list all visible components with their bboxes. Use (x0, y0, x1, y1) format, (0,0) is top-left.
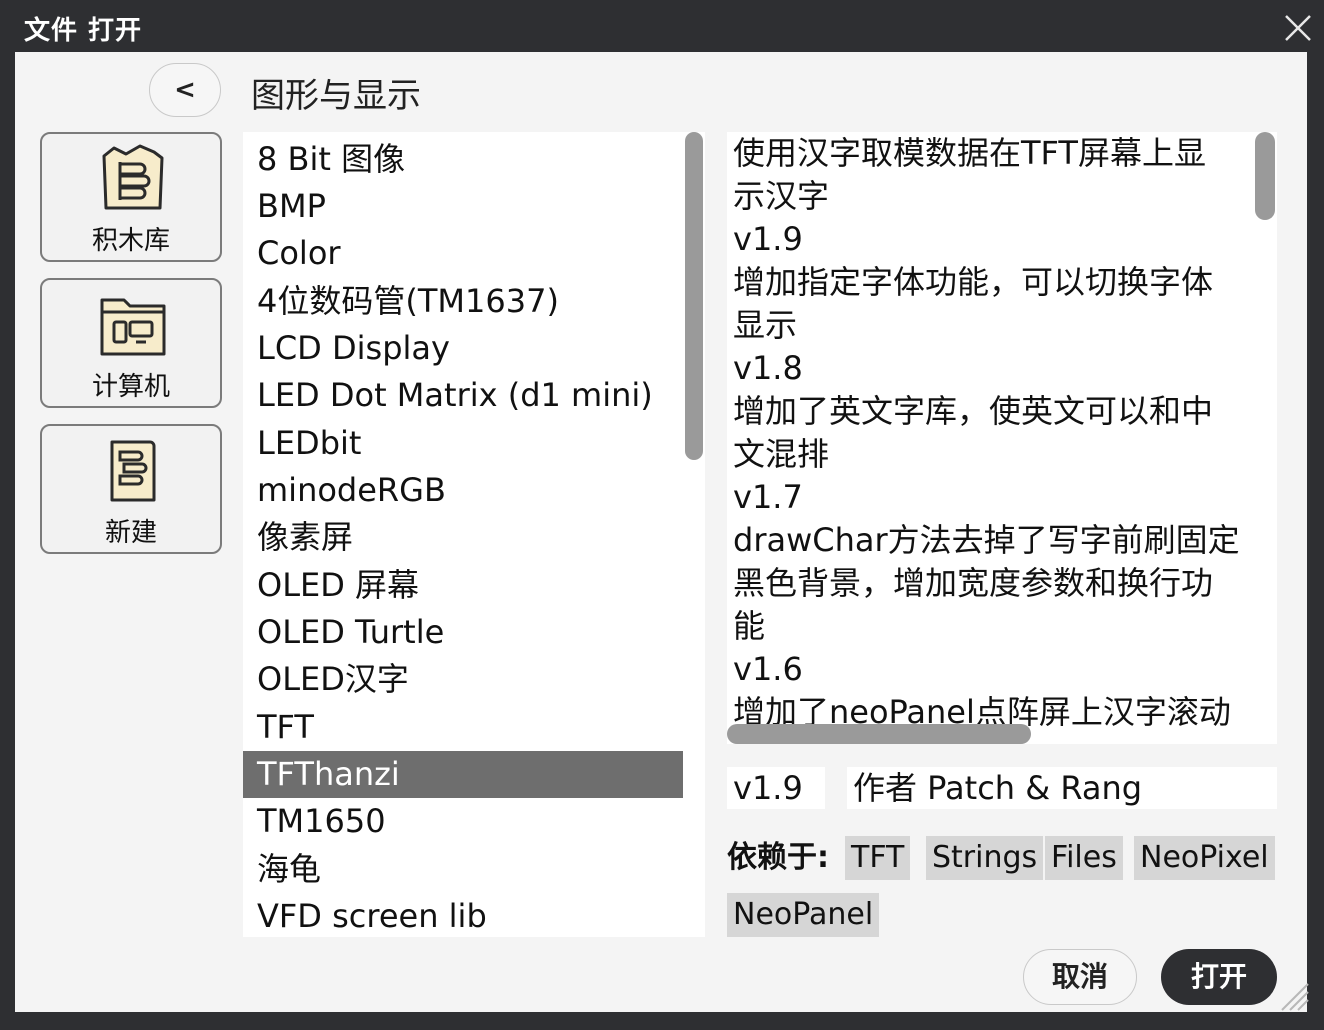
list-scrollbar[interactable] (683, 132, 705, 937)
sidebar-label-new: 新建 (104, 518, 157, 548)
description-line: v1.9 (733, 220, 803, 258)
description-line: 增加指定字体功能，可以切换字体 (733, 263, 1214, 301)
resize-grip-icon[interactable] (1276, 978, 1310, 1012)
list-item[interactable]: TM1650 (243, 798, 683, 845)
dependency-tag: TFT (845, 836, 911, 880)
list-item-selected[interactable]: TFThanzi (243, 751, 683, 798)
description-line: 示汉字 (733, 177, 830, 215)
description-horizontal-scrollbar-thumb[interactable] (727, 724, 1031, 744)
dialog-body: < 图形与显示 积木库 计算机 新建 8 Bit 图像 BMP Color 4位… (15, 52, 1307, 1012)
sidebar-label-library: 积木库 (91, 226, 170, 256)
author-field: 作者 Patch & Rang (847, 767, 1277, 809)
description-line: 显示 (733, 306, 798, 344)
category-heading: 图形与显示 (251, 76, 421, 116)
description-line: 使用汉字取模数据在TFT屏幕上显 (733, 134, 1206, 172)
blocks-library-icon (96, 142, 170, 216)
title-bar[interactable]: 文件 打开 (0, 0, 1324, 52)
file-open-dialog: 文件 打开 < 图形与显示 积木库 计算机 新建 8 Bit 图像 BMP Co… (0, 0, 1324, 1030)
back-button[interactable]: < (149, 63, 221, 117)
list-item[interactable]: 像素屏 (243, 514, 683, 561)
list-item[interactable]: OLED Turtle (243, 609, 683, 656)
list-item[interactable]: TFT (243, 704, 683, 751)
sidebar-item-library[interactable]: 积木库 (40, 132, 222, 262)
list-item[interactable]: minodeRGB (243, 467, 683, 514)
description-line: drawChar方法去掉了写字前刷固定 (733, 521, 1240, 559)
library-list[interactable]: 8 Bit 图像 BMP Color 4位数码管(TM1637) LCD Dis… (243, 132, 705, 937)
version-field: v1.9 (727, 767, 825, 809)
dependency-tag: Files (1045, 836, 1123, 880)
computer-folder-icon (96, 288, 170, 362)
cancel-button[interactable]: 取消 (1023, 949, 1137, 1005)
dependency-tag: NeoPanel (727, 893, 880, 937)
list-item[interactable]: Color (243, 230, 683, 277)
dependencies-label: 依赖于: (727, 840, 829, 875)
list-item[interactable]: BMP (243, 183, 683, 230)
list-item[interactable]: OLED 屏幕 (243, 562, 683, 609)
sidebar-item-new[interactable]: 新建 (40, 424, 222, 554)
list-item[interactable]: LCD Display (243, 325, 683, 372)
list-item[interactable]: 8 Bit 图像 (243, 136, 683, 183)
open-button[interactable]: 打开 (1161, 949, 1277, 1005)
list-item[interactable]: 4位数码管(TM1637) (243, 278, 683, 325)
sidebar-label-computer: 计算机 (91, 372, 170, 402)
list-item[interactable]: OLED汉字 (243, 656, 683, 703)
description-line: v1.7 (733, 478, 803, 516)
close-icon[interactable] (1280, 10, 1316, 46)
dependency-tag: Strings (926, 836, 1044, 880)
description-line: 文混排 (733, 435, 830, 473)
description-line: v1.6 (733, 650, 803, 688)
description-line: 黑色背景，增加宽度参数和换行功 (733, 564, 1214, 602)
list-item[interactable]: LED Dot Matrix (d1 mini) (243, 372, 683, 419)
description-line: 增加了英文字库，使英文可以和中 (733, 392, 1214, 430)
window-title: 文件 打开 (24, 16, 143, 46)
list-item[interactable]: 海龟 (243, 846, 683, 893)
dependency-tag: NeoPixel (1134, 836, 1275, 880)
description-line: v1.8 (733, 349, 803, 387)
description-line: 能 (733, 607, 766, 645)
new-script-icon (96, 434, 170, 508)
list-item[interactable]: VFD screen lib (243, 893, 683, 937)
sidebar-item-computer[interactable]: 计算机 (40, 278, 222, 408)
list-scrollbar-thumb[interactable] (685, 132, 703, 460)
list-item[interactable]: LEDbit (243, 420, 683, 467)
description-vertical-scrollbar-thumb[interactable] (1255, 132, 1275, 220)
description-panel[interactable]: 使用汉字取模数据在TFT屏幕上显 示汉字 v1.9 增加指定字体功能，可以切换字… (727, 132, 1277, 744)
